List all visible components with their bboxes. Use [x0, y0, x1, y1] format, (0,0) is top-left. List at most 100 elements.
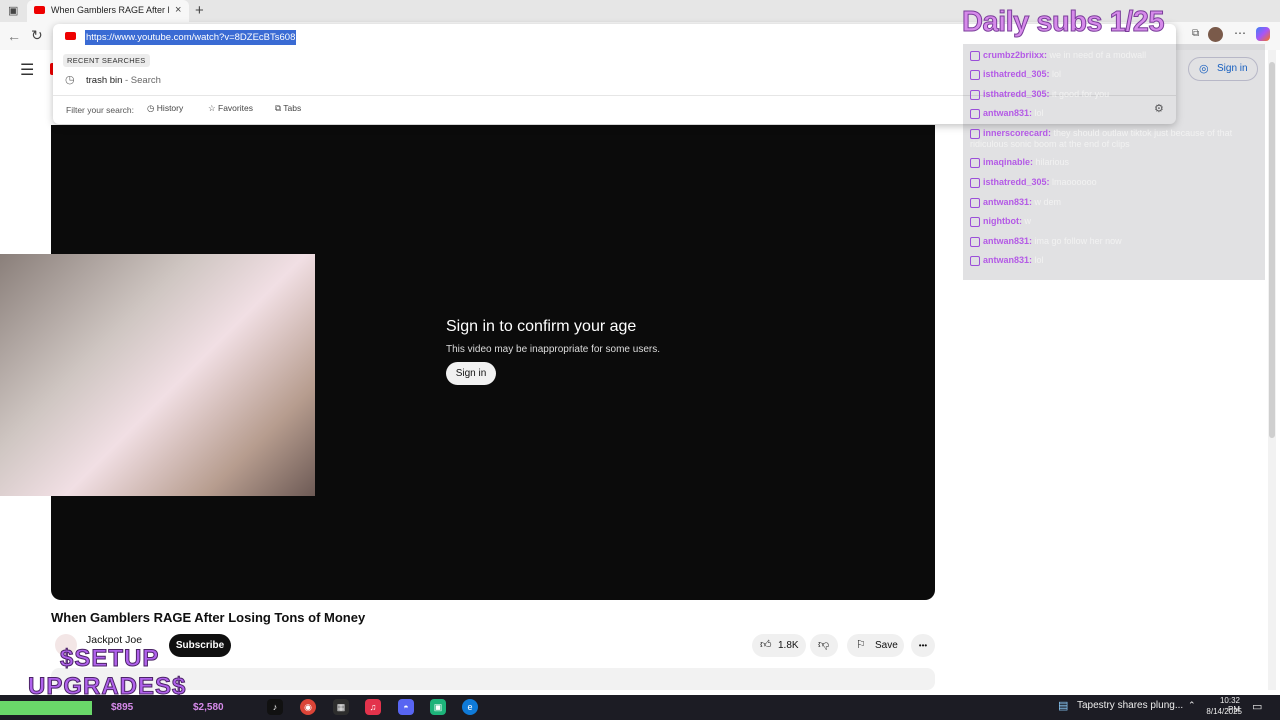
webcam-overlay — [0, 254, 315, 496]
chat-username: antwan831: — [983, 236, 1033, 246]
chat-text: lol — [1034, 255, 1044, 265]
address-bar-input[interactable]: https://www.youtube.com/watch?v=8DZEcBTs… — [85, 30, 297, 45]
chat-username: nightbot: — [983, 216, 1022, 226]
like-count: 1.8K — [778, 640, 799, 651]
chat-text: lol — [1034, 108, 1044, 118]
youtube-favicon-icon — [65, 32, 76, 40]
news-icon: ▤ — [1058, 700, 1069, 712]
filter-history-label: History — [156, 103, 184, 113]
twitch-icon — [970, 69, 980, 80]
filter-tabs[interactable]: ⧉ Tabs — [275, 103, 301, 114]
new-tab-button[interactable]: + — [195, 2, 204, 19]
profile-avatar[interactable] — [1208, 27, 1223, 42]
chat-text: ima go follow her now — [1034, 236, 1122, 246]
refresh-icon[interactable]: ↻ — [31, 27, 43, 44]
chat-username: isthatredd_305: — [983, 69, 1050, 79]
news-widget[interactable]: Tapestry shares plung... — [1077, 700, 1183, 711]
filter-label: Filter your search: — [66, 105, 135, 115]
twitch-icon — [970, 197, 980, 208]
scrollbar-thumb[interactable] — [1269, 62, 1275, 438]
history-icon: ◷ — [147, 103, 155, 113]
thumbs-up-icon: 👍︎ — [760, 639, 772, 651]
twitch-icon — [970, 255, 980, 266]
age-gate-title: Sign in to confirm your age — [446, 318, 637, 335]
twitch-icon — [970, 236, 980, 247]
progress-bar — [0, 701, 92, 715]
discord-icon[interactable]: ◓ — [398, 699, 414, 715]
edge-icon[interactable]: e — [462, 699, 478, 715]
twitch-icon — [970, 89, 980, 100]
chrome-icon[interactable]: ◉ — [300, 699, 316, 715]
more-actions-button[interactable]: ••• — [911, 634, 935, 657]
video-title: When Gamblers RAGE After Losing Tons of … — [51, 610, 366, 625]
save-button[interactable]: ⚐ Save — [847, 634, 904, 657]
chat-username: imaqinable: — [983, 157, 1034, 167]
chat-message: antwan831: lol — [970, 108, 1044, 119]
like-button[interactable]: 👍︎ 1.8K — [752, 634, 806, 657]
extensions-icon[interactable]: ⧉ — [1192, 28, 1199, 39]
dislike-button[interactable]: 👎︎ — [810, 634, 838, 657]
chat-message: isthatredd_305: lol — [970, 69, 1061, 80]
copilot-icon[interactable] — [1256, 27, 1270, 41]
suggestion-source: - Search — [125, 75, 161, 86]
chat-username: antwan831: — [983, 108, 1033, 118]
more-menu-icon[interactable]: ⋯ — [1234, 26, 1246, 40]
menu-icon[interactable]: ☰ — [20, 60, 34, 80]
music-icon[interactable]: ♫ — [365, 699, 381, 715]
history-icon: ◷ — [65, 74, 75, 86]
store-icon[interactable]: ▦ — [333, 699, 349, 715]
back-icon[interactable]: ← — [7, 28, 21, 44]
chat-username: isthatredd_305: — [983, 89, 1050, 99]
chat-text: it good for you — [1052, 89, 1110, 99]
filter-history[interactable]: ◷ History — [147, 103, 183, 114]
twitch-icon — [970, 216, 980, 227]
chat-username: antwan831: — [983, 255, 1033, 265]
star-icon: ☆ — [208, 103, 216, 113]
chat-username: innerscorecard: — [983, 128, 1052, 138]
tab-title: When Gamblers RAGE After Losing Tons of … — [51, 5, 169, 15]
tab-close-icon[interactable]: × — [175, 4, 181, 16]
tab-actions-icon[interactable]: ▣ — [8, 4, 18, 17]
twitch-icon — [970, 108, 980, 119]
tiktok-icon[interactable]: ♪ — [267, 699, 283, 715]
chat-text: w — [1024, 216, 1032, 226]
price-tag: $895 — [111, 702, 134, 713]
bookmark-icon: ⚐ — [856, 639, 866, 651]
daily-subs-overlay: Daily subs 1/25 — [961, 6, 1165, 39]
chat-message: isthatredd_305: lmaoooooo — [970, 177, 1097, 188]
chat-username: crumbz2briixx: — [983, 50, 1048, 60]
chat-message: crumbz2briixx: we in need of a modwall — [970, 50, 1146, 61]
chat-message: imaqinable: hilarious — [970, 157, 1069, 168]
tab-active[interactable]: When Gamblers RAGE After Losing Tons of … — [27, 0, 189, 22]
youtube-favicon-icon — [34, 6, 45, 14]
notification-icon[interactable]: ▭ — [1252, 700, 1262, 713]
chat-message: innerscorecard: they should outlaw tikto… — [970, 128, 1260, 149]
chat-text: w dem — [1034, 197, 1062, 207]
filter-favorites[interactable]: ☆ Favorites — [208, 103, 253, 114]
chat-message: antwan831: ima go follow her now — [970, 236, 1122, 247]
chat-message: antwan831: lol — [970, 255, 1044, 266]
twitch-icon — [970, 50, 980, 61]
chat-username: isthatredd_305: — [983, 177, 1050, 187]
chat-message: nightbot: w — [970, 216, 1031, 227]
setup-line-1: $SETUP — [59, 645, 160, 673]
age-gate-sign-in-button[interactable]: Sign in — [446, 362, 496, 385]
app-icon[interactable]: ▣ — [430, 699, 446, 715]
chat-text: lmaoooooo — [1052, 177, 1097, 187]
twitch-icon — [970, 128, 980, 139]
save-label: Save — [875, 640, 898, 651]
price-tag: $2,580 — [193, 702, 224, 713]
chat-message: antwan831: w dem — [970, 197, 1061, 208]
chat-text: hilarious — [1035, 157, 1070, 167]
clock-date[interactable]: 8/14/2025 — [1204, 707, 1242, 716]
suggestion-term[interactable]: trash bin — [86, 75, 122, 86]
thumbs-down-icon: 👎︎ — [818, 639, 830, 651]
chat-username: antwan831: — [983, 197, 1033, 207]
chevron-up-icon[interactable]: ⌃ — [1188, 700, 1196, 711]
filter-favorites-label: Favorites — [218, 103, 253, 113]
chat-text: lol — [1052, 69, 1062, 79]
chat-text: we in need of a modwall — [1049, 50, 1147, 60]
chat-message: isthatredd_305: it good for you — [970, 89, 1109, 100]
setup-upgrades-overlay: $SETUP UPGRADES$ — [27, 645, 186, 701]
twitch-icon — [970, 157, 980, 168]
